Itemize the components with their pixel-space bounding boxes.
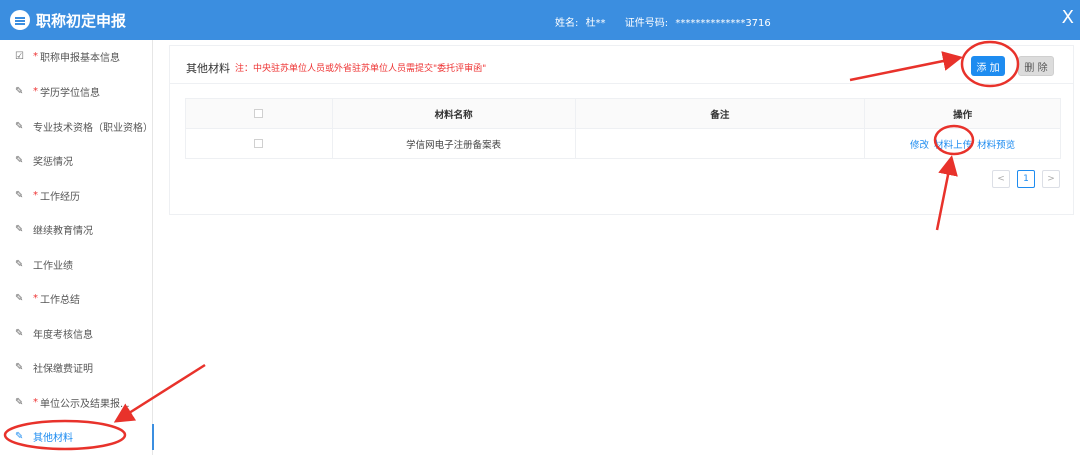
required-mark: * [33,189,38,201]
pencil-icon: ✎ [15,292,24,304]
row-select-cell [185,128,333,159]
name-value: 杜** [585,18,606,29]
sidebar-item-work-summary[interactable]: ✎ * 工作总结 [0,286,153,310]
other-materials-panel: 其他材料 注：中央驻苏单位人员或外省驻苏单位人员需提交"委托评审函" 添 加 删… [169,45,1074,215]
title-bar: 职称初定申报 姓名: 杜** 证件号码: **************3716 … [0,0,1080,40]
sidebar-item-label: 年度考核信息 [33,329,93,341]
required-mark: * [33,292,38,304]
name-label: 姓名: [555,18,579,29]
sidebar-item-label: 奖惩情况 [33,156,73,168]
row-checkbox[interactable] [254,139,264,148]
prev-page-button[interactable]: < [992,170,1010,188]
sidebar-item-basic-info[interactable]: ☑ * 职称申报基本信息 [0,44,153,68]
page-1-button[interactable]: 1 [1017,170,1035,188]
sidebar-item-label: 工作总结 [40,294,80,306]
sidebar-nav: ☑ * 职称申报基本信息 ✎ * 学历学位信息 ✎ 专业技术资格（职业资格） ✎… [0,40,154,455]
delete-button[interactable]: 删 除 [1018,56,1054,76]
materials-table: 材料名称 备注 操作 学信网电子注册备案表 修改 材料上传 材料预览 [185,98,1061,159]
upload-material-link[interactable]: 材料上传 [934,140,972,151]
sidebar-item-achievements[interactable]: ✎ 工作业绩 [0,252,153,276]
pencil-icon: ✎ [15,189,24,201]
pencil-icon: ✎ [15,361,24,373]
pencil-icon: ✎ [15,154,24,166]
next-page-button[interactable]: > [1042,170,1060,188]
column-header: 材料名称 [331,98,576,129]
select-all-cell [185,98,333,129]
pencil-icon: ✎ [15,120,24,132]
close-icon[interactable]: X [1062,8,1074,28]
select-all-checkbox[interactable] [254,109,264,118]
column-header: 操作 [864,98,1061,129]
sidebar-item-label: 职称申报基本信息 [40,52,120,64]
sidebar-item-label: 工作业绩 [33,260,73,272]
sidebar-item-other-materials[interactable]: ✎ 其他材料 [0,424,153,448]
actions-cell: 修改 材料上传 材料预览 [864,128,1061,159]
sidebar-item-label: 其他材料 [33,432,73,444]
required-mark: * [33,50,38,62]
required-mark: * [33,85,38,97]
page-title: 职称初定申报 [36,12,127,30]
sidebar-item-label: 专业技术资格（职业资格） [33,122,153,134]
table-row: 学信网电子注册备案表 修改 材料上传 材料预览 [185,128,1061,159]
sidebar-item-label: 社保缴费证明 [33,363,93,375]
sidebar-item-label: 工作经历 [40,191,80,203]
edit-link[interactable]: 修改 [910,140,929,151]
sidebar-item-work-history[interactable]: ✎ * 工作经历 [0,183,153,207]
add-button[interactable]: 添 加 [971,56,1005,76]
sidebar-item-continuing-education[interactable]: ✎ 继续教育情况 [0,217,153,241]
sidebar-item-education[interactable]: ✎ * 学历学位信息 [0,79,153,103]
pencil-icon: ✎ [15,327,24,339]
sidebar-item-social-insurance[interactable]: ✎ 社保缴费证明 [0,355,153,379]
preview-material-link[interactable]: 材料预览 [977,140,1015,151]
sidebar-item-qualification[interactable]: ✎ 专业技术资格（职业资格） [0,114,153,138]
id-value: **************3716 [675,18,771,29]
pencil-icon: ✎ [15,85,24,97]
remark-cell [574,128,866,159]
sidebar-item-annual-review[interactable]: ✎ 年度考核信息 [0,321,153,345]
sidebar-item-label: 单位公示及结果报... [40,398,130,410]
sidebar-item-publicity[interactable]: ✎ * 单位公示及结果报... [0,390,153,414]
panel-title: 其他材料 [186,62,230,75]
panel-header: 其他材料 注：中央驻苏单位人员或外省驻苏单位人员需提交"委托评审函" 添 加 删… [170,46,1073,84]
document-icon [10,10,30,30]
edit-square-icon: ☑ [15,50,24,62]
id-label: 证件号码: [624,18,669,29]
panel-note: 注：中央驻苏单位人员或外省驻苏单位人员需提交"委托评审函" [235,64,487,74]
active-indicator [152,424,154,450]
pencil-icon: ✎ [15,430,24,442]
column-header: 备注 [574,98,866,129]
applicant-info: 姓名: 杜** 证件号码: **************3716 [555,14,775,29]
pencil-icon: ✎ [15,396,24,408]
material-name-cell: 学信网电子注册备案表 [331,128,576,159]
pencil-icon: ✎ [15,258,24,270]
table-header-row: 材料名称 备注 操作 [185,98,1061,129]
sidebar-item-label: 继续教育情况 [33,225,93,237]
sidebar-item-label: 学历学位信息 [40,87,100,99]
sidebar-item-rewards[interactable]: ✎ 奖惩情况 [0,148,153,172]
required-mark: * [33,396,38,408]
pencil-icon: ✎ [15,223,24,235]
